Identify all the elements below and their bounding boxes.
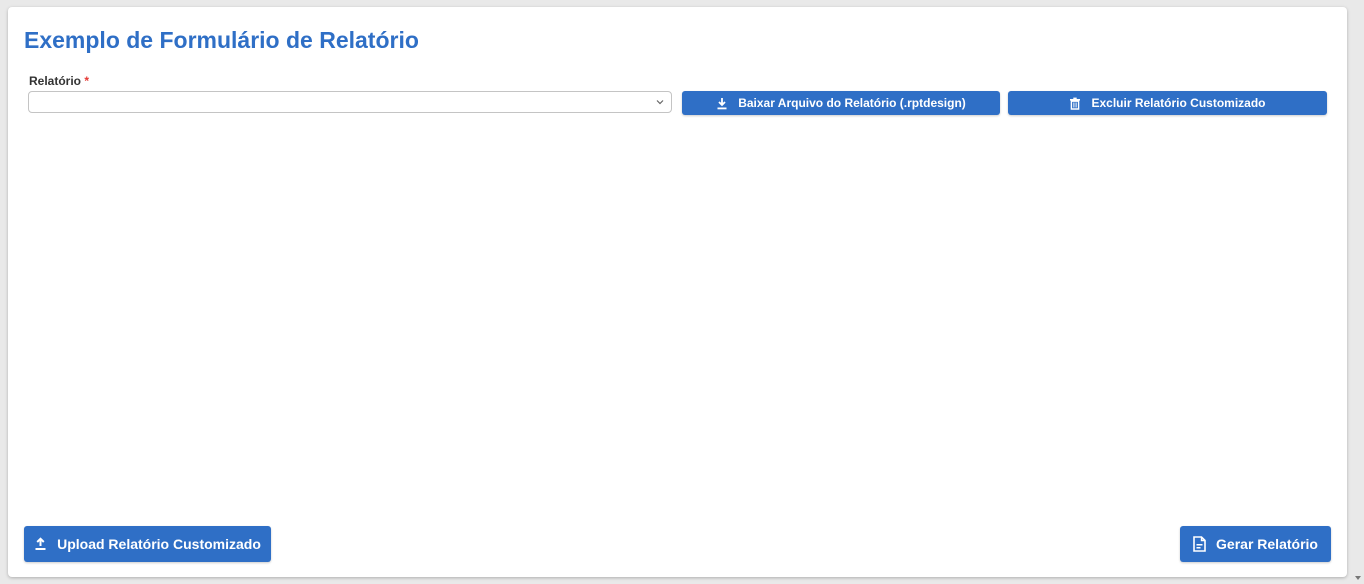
- file-document-icon: [1193, 536, 1206, 552]
- scroll-down-arrow-icon[interactable]: [1354, 574, 1362, 582]
- required-marker: *: [84, 74, 90, 88]
- download-report-label: Baixar Arquivo do Relatório (.rptdesign): [738, 96, 966, 110]
- generate-report-label: Gerar Relatório: [1216, 536, 1318, 552]
- upload-icon: [35, 537, 46, 550]
- download-report-button[interactable]: Baixar Arquivo do Relatório (.rptdesign): [682, 91, 1000, 115]
- trash-icon: [1070, 97, 1081, 110]
- page: Exemplo de Formulário de Relatório Relat…: [0, 0, 1364, 584]
- page-title: Exemplo de Formulário de Relatório: [24, 27, 419, 53]
- generate-report-button[interactable]: Gerar Relatório: [1180, 526, 1331, 562]
- delete-custom-report-label: Excluir Relatório Customizado: [1091, 96, 1266, 110]
- chevron-down-icon: [656, 100, 664, 105]
- relatorio-select[interactable]: [28, 91, 672, 113]
- upload-custom-report-label: Upload Relatório Customizado: [57, 536, 261, 552]
- report-form-card: Exemplo de Formulário de Relatório Relat…: [8, 7, 1347, 577]
- relatorio-label-text: Relatório: [29, 74, 82, 88]
- upload-custom-report-button[interactable]: Upload Relatório Customizado: [24, 526, 271, 562]
- download-icon: [717, 97, 727, 109]
- delete-custom-report-button[interactable]: Excluir Relatório Customizado: [1008, 91, 1327, 115]
- relatorio-label: Relatório *: [29, 74, 89, 88]
